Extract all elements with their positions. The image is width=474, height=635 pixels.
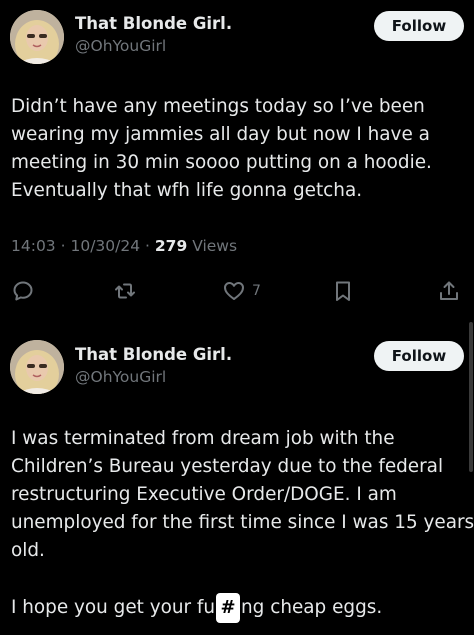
reply-icon — [13, 281, 33, 301]
post-text-line: I was terminated from dream job with the — [11, 428, 395, 449]
post-text-segment: I hope you get your fu — [11, 597, 216, 618]
action-bar: 7 — [0, 276, 474, 306]
post-text-line: Eventually that wfh life gonna getcha. — [11, 180, 363, 201]
share-button[interactable] — [437, 276, 461, 306]
avatar-image — [10, 340, 64, 394]
post-text-line: restructuring Executive Order/DOGE. I am — [11, 484, 397, 505]
retweet-icon — [115, 283, 135, 299]
feed: That Blonde Girl. @OhYouGirl Follow Didn… — [0, 0, 474, 635]
bookmark-icon — [336, 281, 350, 301]
views-label: Views — [192, 237, 238, 255]
follow-button[interactable]: Follow — [374, 11, 464, 41]
author-handle[interactable]: @OhYouGirl — [75, 37, 166, 55]
avatar-image — [10, 10, 64, 64]
share-icon — [440, 281, 458, 300]
author-name[interactable]: That Blonde Girl. — [75, 345, 232, 364]
post: That Blonde Girl. @OhYouGirl Follow Didn… — [0, 0, 474, 322]
post-time[interactable]: 14:03 — [11, 237, 56, 255]
post-text-segment: ng cheap eggs. — [241, 597, 383, 618]
meta-separator: · — [145, 237, 155, 255]
post-text-paragraph: I hope you get your fu # ng cheap eggs. — [11, 593, 382, 623]
avatar[interactable] — [10, 10, 64, 64]
post-text: Didn’t have any meetings today so I’ve b… — [11, 93, 469, 205]
views-count: 279 — [154, 237, 188, 255]
retweet-button[interactable] — [113, 276, 137, 306]
reply-button[interactable] — [11, 276, 35, 306]
scrollbar[interactable] — [469, 322, 473, 472]
post-text-line: unemployed for the first time since I wa… — [11, 512, 474, 533]
post: That Blonde Girl. @OhYouGirl Follow I wa… — [0, 322, 474, 635]
follow-button[interactable]: Follow — [374, 341, 464, 371]
post-text-line: meeting in 30 min soooo putting on a hoo… — [11, 152, 432, 173]
bookmark-button[interactable] — [331, 276, 355, 306]
meta-separator: · — [60, 237, 71, 255]
like-icon — [224, 282, 244, 300]
post-text-line: Didn’t have any meetings today so I’ve b… — [11, 96, 425, 117]
post-text-line: old. — [11, 540, 45, 561]
post-meta: 14:03 · 10/30/24 · 279 Views — [11, 237, 237, 255]
like-button[interactable]: 7 — [222, 276, 261, 306]
author-name[interactable]: That Blonde Girl. — [75, 14, 232, 33]
hashtag-censor-icon: # — [216, 593, 241, 623]
post-text: I was terminated from dream job with the… — [11, 425, 474, 565]
avatar[interactable] — [10, 340, 64, 394]
post-text-line: Children’s Bureau yesterday due to the f… — [11, 456, 444, 477]
author-handle[interactable]: @OhYouGirl — [75, 368, 166, 386]
like-count: 7 — [252, 283, 261, 299]
post-date[interactable]: 10/30/24 — [70, 237, 140, 255]
post-text-line: wearing my jammies all day but now I hav… — [11, 124, 430, 145]
